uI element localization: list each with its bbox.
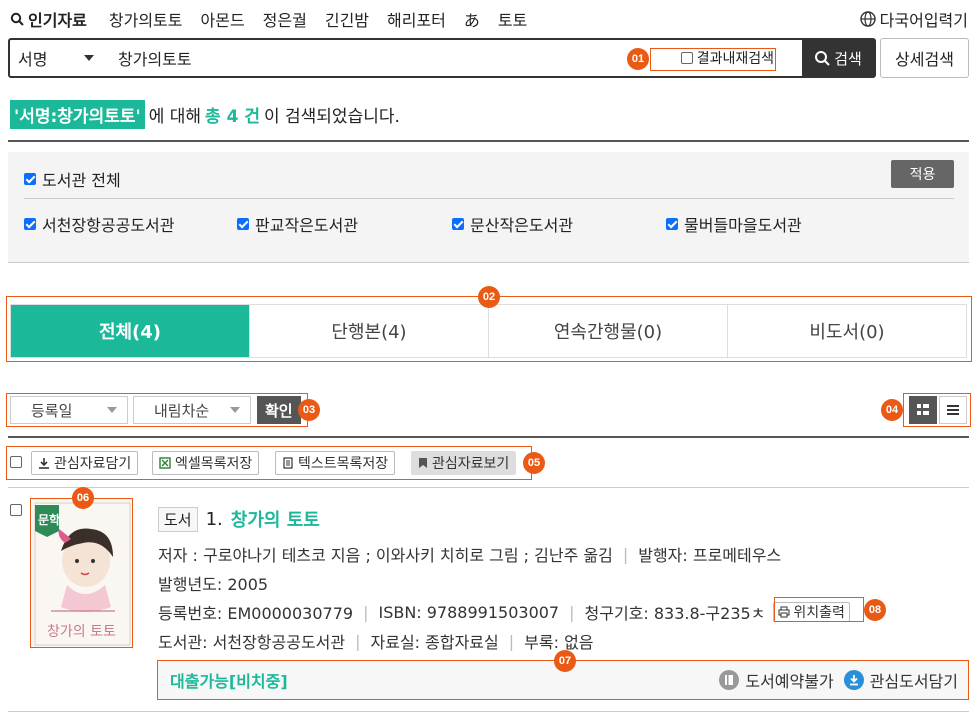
popular-keywords-bar: 인기자료 창가의토토 아몬드 정은궐 긴긴밤 해리포터 あ 토토 — [10, 6, 545, 32]
library-checkbox[interactable]: 문산작은도서관 — [452, 212, 573, 236]
callout-box — [774, 597, 864, 622]
cover-title: 창가의 토토 — [47, 624, 116, 640]
chevron-down-icon — [230, 407, 240, 413]
list-icon — [947, 405, 959, 415]
result-index: 1. — [205, 508, 223, 530]
availability-status: 대출가능[비치중] — [170, 672, 288, 691]
bookmark-icon — [419, 458, 427, 468]
chevron-down-icon — [107, 407, 117, 413]
divider — [8, 436, 969, 438]
keyword-link[interactable]: あ — [464, 7, 480, 31]
reservation-unavailable: 도서예약불가 — [719, 668, 834, 692]
material-type-tabs: 전체(4) 단행본(4) 연속간행물(0) 비도서(0) — [10, 304, 967, 358]
search-icon — [10, 12, 24, 26]
apply-button[interactable]: 적용 — [891, 160, 954, 188]
library-checkbox[interactable]: 판교작은도서관 — [237, 212, 358, 236]
tab-serial[interactable]: 연속간행물(0) — [488, 305, 727, 357]
search-icon — [815, 51, 830, 66]
sort-field-select[interactable]: 등록일 — [10, 396, 128, 424]
material-type-badge: 도서 — [158, 506, 198, 532]
divider — [8, 487, 969, 488]
callout-badge: 01 — [627, 48, 649, 70]
view-interest-button[interactable]: 관심자료보기 — [411, 451, 517, 475]
grid-view-button[interactable] — [909, 396, 937, 424]
keyword-link[interactable]: 토토 — [498, 7, 527, 31]
book-icon — [719, 670, 740, 690]
keyword-link[interactable]: 긴긴밤 — [325, 7, 369, 31]
callout-badge: 03 — [298, 399, 320, 421]
checkbox[interactable] — [24, 218, 36, 230]
callout-badge: 05 — [523, 452, 545, 474]
grid-icon — [917, 404, 929, 415]
excel-icon — [159, 457, 171, 469]
library-filter-panel — [8, 152, 969, 262]
result-summary: '서명:창가의토토' 에 대해 총 4 건 이 검색되었습니다. — [10, 99, 400, 129]
keyword-link[interactable]: 해리포터 — [387, 7, 446, 31]
book-title-link[interactable]: 창가의 토토 — [231, 506, 320, 532]
search-input[interactable] — [106, 40, 681, 76]
checkbox[interactable] — [452, 218, 464, 230]
add-interest-book-button[interactable]: 관심도서담기 — [843, 668, 958, 692]
sort-order-select[interactable]: 내림차순 — [133, 396, 251, 424]
callout-badge: 08 — [864, 599, 886, 621]
result-title-line: 도서 1. 창가의 토토 — [158, 506, 320, 532]
library-checkbox[interactable]: 물버들마을도서관 — [666, 212, 802, 236]
divider — [8, 140, 969, 142]
list-view-button[interactable] — [939, 396, 967, 424]
search-field-select[interactable]: 서명 — [10, 40, 106, 76]
cover-genre-tag: 문학 — [38, 513, 61, 527]
checkbox[interactable] — [24, 173, 36, 185]
excel-save-button[interactable]: 엑셀목록저장 — [152, 451, 260, 475]
divider — [8, 262, 969, 263]
search-button[interactable]: 검색 — [802, 40, 874, 76]
download-icon — [843, 670, 864, 690]
callout-badge: 04 — [881, 399, 903, 421]
tab-nonbook[interactable]: 비도서(0) — [727, 305, 966, 357]
keyword-link[interactable]: 정은궐 — [263, 7, 307, 31]
checkbox[interactable] — [666, 218, 678, 230]
checkbox[interactable] — [237, 218, 249, 230]
download-icon — [39, 458, 49, 469]
result-checkbox[interactable] — [10, 504, 22, 516]
text-save-button[interactable]: 텍스트목록저장 — [275, 451, 396, 475]
add-interest-button[interactable]: 관심자료담기 — [31, 451, 139, 475]
popular-label: 인기자료 — [10, 7, 87, 31]
callout-badge: 02 — [478, 286, 500, 308]
query-highlight: '서명:창가의토토' — [10, 99, 145, 129]
keyword-link[interactable]: 아몬드 — [201, 7, 245, 31]
chevron-down-icon — [84, 55, 94, 61]
tab-monograph[interactable]: 단행본(4) — [249, 305, 488, 357]
divider — [24, 198, 954, 199]
library-checkbox[interactable]: 서천장항공공도서관 — [24, 212, 174, 236]
select-all-checkbox[interactable] — [10, 456, 22, 468]
callout-badge: 06 — [72, 487, 94, 509]
sort-confirm-button[interactable]: 확인 — [257, 396, 301, 424]
globe-icon — [859, 11, 876, 27]
book-cover-image[interactable]: 문학 창가의 토토 — [30, 498, 133, 648]
callout-box — [650, 48, 776, 71]
advanced-search-button[interactable]: 상세검색 — [880, 38, 969, 78]
keyword-link[interactable]: 창가의토토 — [109, 7, 183, 31]
multilang-input-button[interactable]: 다국어입력기 — [859, 6, 968, 32]
divider — [8, 711, 969, 712]
result-author-line: 저자 : 구로야나기 테츠코 지음 ; 이와사키 치히로 그림 ; 김난주 옮김… — [158, 544, 782, 566]
library-all-checkbox[interactable]: 도서관 전체 — [24, 167, 121, 191]
result-count: 총 4 건 — [205, 106, 260, 127]
callout-badge: 07 — [554, 650, 576, 672]
result-location-line: 도서관: 서천장항공공도서관 | 자료실: 종합자료실 | 부록: 없음 — [158, 631, 594, 653]
document-icon — [283, 457, 293, 469]
result-year-line: 발행년도: 2005 — [158, 575, 269, 594]
tab-all[interactable]: 전체(4) — [11, 305, 249, 357]
result-id-line: 등록번호: EM0000030779 | ISBN: 9788991503007… — [158, 600, 850, 624]
